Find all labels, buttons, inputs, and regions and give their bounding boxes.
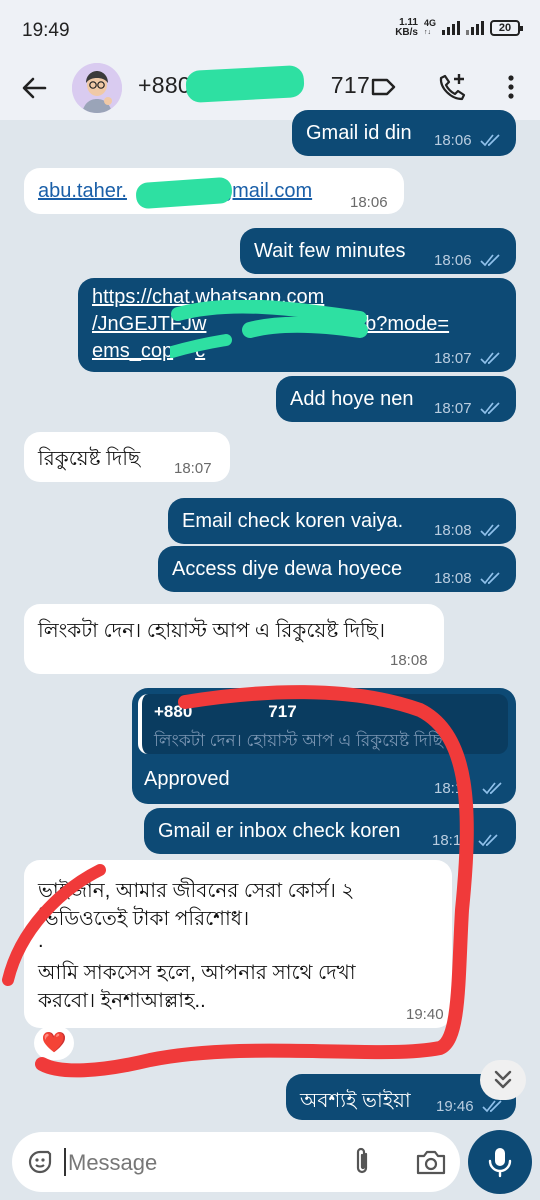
read-receipt-icon <box>482 1100 502 1113</box>
message-bubble-outgoing[interactable]: Add hoye nen 18:07 <box>276 376 516 422</box>
read-receipt-icon <box>480 524 500 537</box>
more-vert-icon[interactable] <box>496 72 526 102</box>
message-composer[interactable]: Message <box>12 1132 460 1192</box>
text-cursor <box>64 1148 66 1176</box>
read-receipt-icon <box>480 402 500 415</box>
sticker-icon[interactable] <box>26 1148 54 1176</box>
redaction-mark <box>170 300 368 358</box>
red-freehand-annotation <box>2 685 474 1078</box>
read-receipt-icon <box>480 352 500 365</box>
scroll-to-bottom-button[interactable] <box>480 1060 526 1100</box>
label-icon[interactable] <box>368 72 398 102</box>
status-time: 19:49 <box>22 20 70 41</box>
avatar[interactable] <box>72 63 122 113</box>
net-speed: 1.11 KB/s <box>395 17 418 38</box>
add-call-icon[interactable] <box>437 72 467 102</box>
message-input[interactable]: Message <box>68 1150 157 1176</box>
read-receipt-icon <box>480 254 500 267</box>
message-bubble-outgoing[interactable]: Wait few minutes 18:06 <box>240 228 516 274</box>
message-bubble-outgoing[interactable]: Gmail id din 18:06 <box>292 110 516 156</box>
attach-icon[interactable] <box>350 1146 374 1178</box>
battery-icon: 20 <box>490 20 523 36</box>
read-receipt-icon <box>480 572 500 585</box>
status-bar: 19:49 1.11 KB/s 4G ↑↓ 20 <box>0 0 540 58</box>
message-bubble-incoming[interactable]: লিংকটা দেন। হোয়াস্ট আপ এ রিকুয়েষ্ট দিছ… <box>24 604 444 674</box>
read-receipt-icon <box>480 134 500 147</box>
message-bubble-outgoing[interactable]: Access diye dewa hoyece 18:08 <box>158 546 516 592</box>
message-bubble-outgoing[interactable]: Email check koren vaiya. 18:08 <box>168 498 516 544</box>
signal-icon <box>442 21 460 35</box>
back-arrow-icon[interactable] <box>20 74 48 102</box>
message-bubble-incoming[interactable]: রিকুয়েষ্ট দিছি 18:07 <box>24 432 230 482</box>
mic-button[interactable] <box>468 1130 532 1194</box>
camera-icon[interactable] <box>415 1148 447 1176</box>
status-icons: 1.11 KB/s 4G ↑↓ 20 <box>395 17 523 38</box>
message-list[interactable]: Gmail id din 18:06 abu.taher. gmail.com 1… <box>0 110 540 1130</box>
network-type: 4G ↑↓ <box>423 18 436 37</box>
redaction-mark <box>185 64 305 104</box>
mic-icon <box>488 1148 512 1178</box>
signal-icon-2 <box>466 21 484 35</box>
chevron-double-down-icon <box>494 1070 512 1089</box>
